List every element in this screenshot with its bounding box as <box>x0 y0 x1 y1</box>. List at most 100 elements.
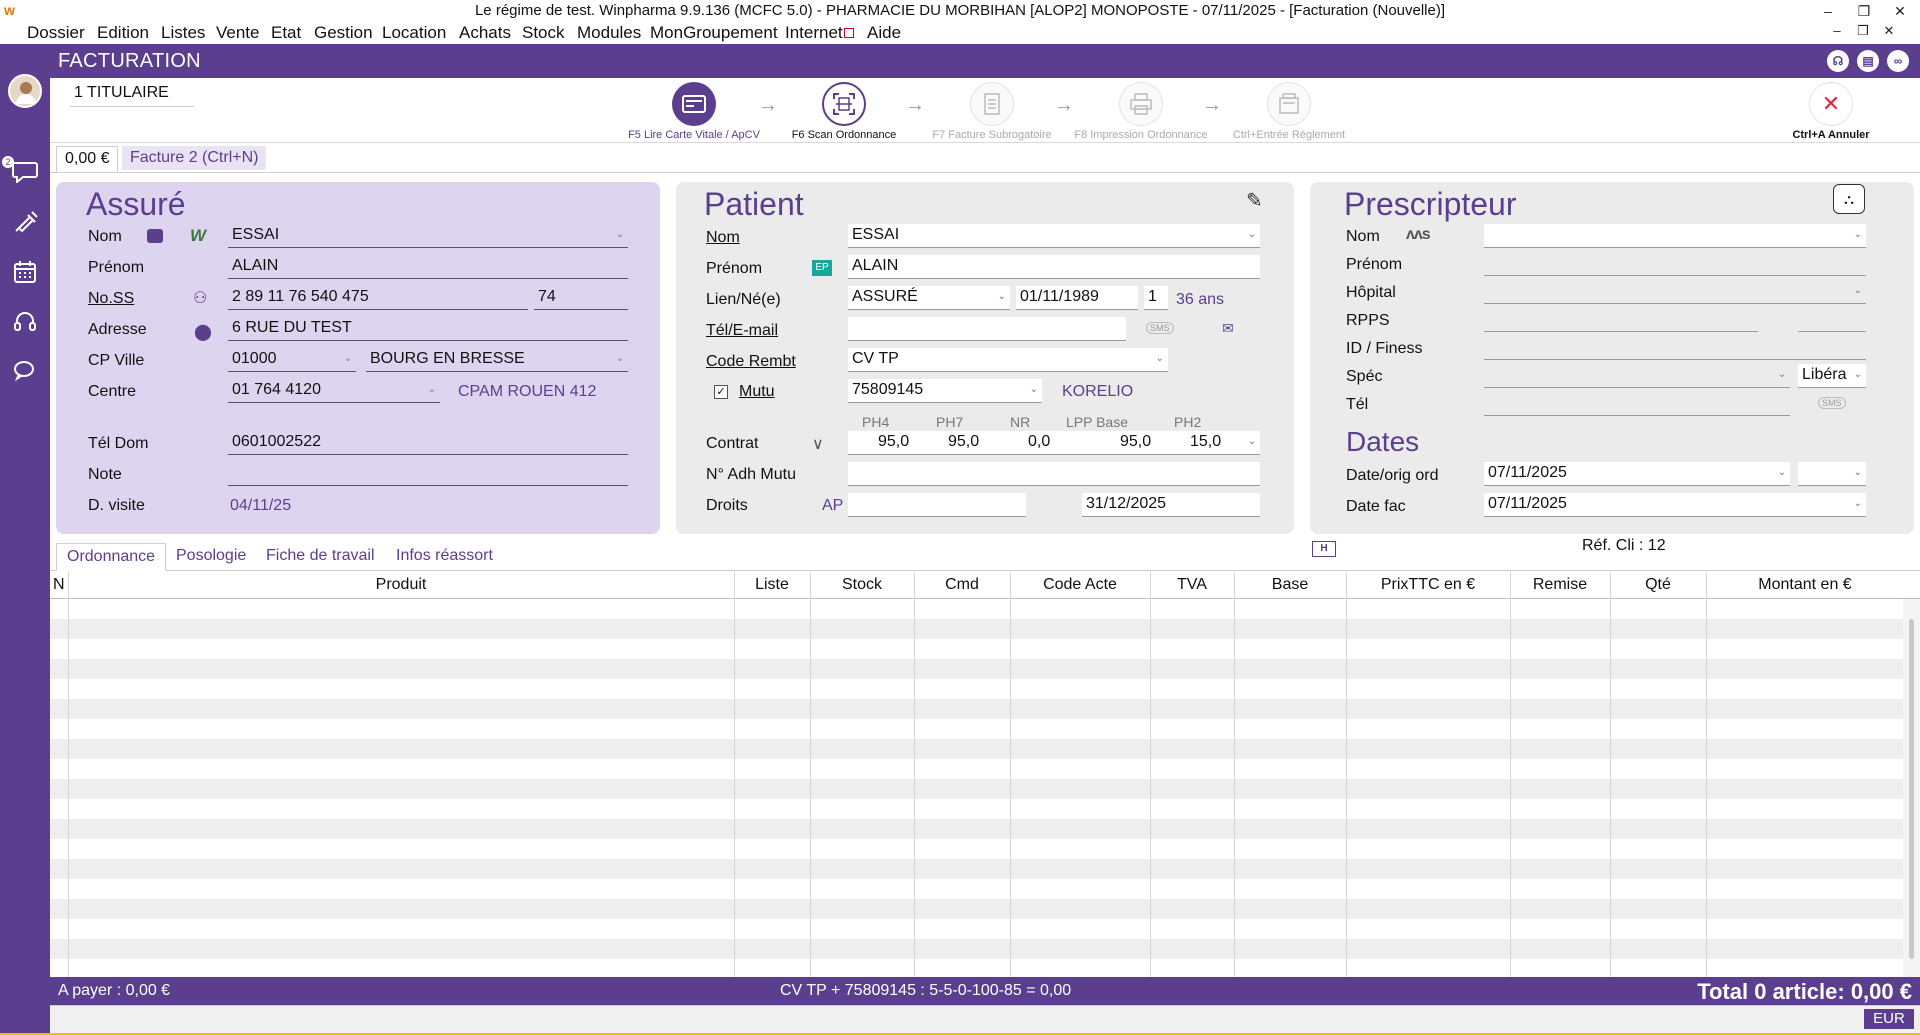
patient-lien-field[interactable]: ASSURÉ ⌄ <box>848 286 1010 310</box>
table-row[interactable] <box>50 819 1903 839</box>
menu-mongroupement[interactable]: MonGroupement <box>650 23 778 43</box>
chat-icon[interactable] <box>9 159 41 191</box>
tab-posologie[interactable]: Posologie <box>166 543 256 569</box>
people-icon[interactable]: ⚇ <box>193 288 207 308</box>
mdi-close-button[interactable]: ✕ <box>1878 23 1900 39</box>
patient-mutu-field[interactable]: 75809145 ⌄ <box>848 379 1042 403</box>
assure-ville-field[interactable]: BOURG EN BRESSE ⌄ <box>366 348 628 372</box>
menu-dossier[interactable]: Dossier <box>27 23 85 43</box>
presc-idfiness-field[interactable] <box>1484 336 1866 360</box>
assure-prenom-field[interactable]: ALAIN <box>228 255 628 279</box>
menu-gestion[interactable]: Gestion <box>314 23 373 43</box>
edit-pencil-icon[interactable]: ✎ <box>1246 188 1263 213</box>
table-row[interactable] <box>50 599 1903 619</box>
patient-coderembt-field[interactable]: CV TP ⌄ <box>848 348 1168 372</box>
table-row[interactable] <box>50 899 1903 919</box>
col-remise[interactable]: Remise <box>1510 576 1610 594</box>
table-row[interactable] <box>50 699 1903 719</box>
col-tva[interactable]: TVA <box>1150 576 1234 594</box>
assure-adresse-field[interactable]: 6 RUE DU TEST <box>228 317 628 341</box>
avatar[interactable] <box>8 74 42 108</box>
cancel-button[interactable]: ✕ Ctrl+A Annuler <box>1756 82 1906 141</box>
table-row[interactable] <box>50 959 1903 977</box>
reglement-button[interactable]: Ctrl+Entrée Règlement <box>1214 82 1364 141</box>
table-row[interactable] <box>50 719 1903 739</box>
patient-contrat-field[interactable]: 95,0 95,0 0,0 95,0 15,0 ⌄ <box>848 431 1260 455</box>
col-stock[interactable]: Stock <box>810 576 914 594</box>
read-vitale-card-button[interactable]: F5 Lire Carte Vitale / ApCV <box>619 82 769 141</box>
col-n[interactable]: N <box>53 576 65 594</box>
table-row[interactable] <box>50 619 1903 639</box>
table-row[interactable] <box>50 939 1903 959</box>
patient-prenom-field[interactable]: ALAIN <box>848 255 1260 279</box>
product-grid[interactable] <box>50 599 1903 977</box>
presc-prenom-field[interactable] <box>1484 252 1866 276</box>
w-logo-icon[interactable]: W <box>190 226 206 246</box>
facture-subrogatoire-button[interactable]: F7 Facture Subrogatoire <box>917 82 1067 141</box>
scan-ordonnance-button[interactable]: F6 Scan Ordonnance <box>769 82 919 141</box>
table-row[interactable] <box>50 759 1903 779</box>
sms-icon[interactable]: SMS <box>1146 322 1174 334</box>
restore-button[interactable]: ❐ <box>1846 1 1882 21</box>
table-row[interactable] <box>50 639 1903 659</box>
presc-sms-icon[interactable]: SMS <box>1818 397 1846 409</box>
ep-badge[interactable]: EP <box>812 260 832 276</box>
col-code-acte[interactable]: Code Acte <box>1010 576 1150 594</box>
patient-droits-end-field[interactable]: 31/12/2025 <box>1082 493 1260 517</box>
location-pin-icon[interactable]: ⬤ <box>194 322 212 342</box>
col-prix-ttc[interactable]: PrixTTC en € <box>1346 576 1510 594</box>
dateorig-field[interactable]: 07/11/2025 ⌄ <box>1484 462 1790 486</box>
minimize-button[interactable]: – <box>1810 1 1846 21</box>
col-liste[interactable]: Liste <box>734 576 810 594</box>
presc-tel-field[interactable] <box>1484 392 1790 416</box>
tab-ordonnance[interactable]: Ordonnance <box>56 543 167 571</box>
menu-modules[interactable]: Modules <box>577 23 641 43</box>
menu-etat[interactable]: Etat <box>271 23 301 43</box>
presc-rpps-key-field[interactable] <box>1798 308 1866 332</box>
col-base[interactable]: Base <box>1234 576 1346 594</box>
patient-adh-field[interactable] <box>848 462 1260 486</box>
tab-fiche-travail[interactable]: Fiche de travail <box>256 543 385 569</box>
patient-rang-field[interactable]: 1 <box>1144 286 1168 310</box>
presc-spec-type-field[interactable]: Libéra ⌄ <box>1798 364 1866 388</box>
link-icon[interactable]: ∞ <box>1887 50 1909 72</box>
tab-infos-reassort[interactable]: Infos réassort <box>386 543 503 569</box>
support-icon[interactable]: ☊ <box>1827 50 1849 72</box>
menu-stock[interactable]: Stock <box>522 23 565 43</box>
table-row[interactable] <box>50 859 1903 879</box>
calendar-icon[interactable] <box>9 259 41 291</box>
assure-noss-field[interactable]: 2 89 11 76 540 475 <box>228 286 528 310</box>
presc-hopital-field[interactable]: ⌄ <box>1484 280 1866 304</box>
presc-rpps-field[interactable] <box>1484 308 1758 332</box>
col-cmd[interactable]: Cmd <box>914 576 1010 594</box>
picture-icon[interactable] <box>147 229 163 243</box>
mdi-minimize-button[interactable]: – <box>1826 23 1848 38</box>
grid-scrollbar[interactable] <box>1903 599 1920 977</box>
dateorig-extra-field[interactable]: ⌄ <box>1798 462 1866 486</box>
table-row[interactable] <box>50 779 1903 799</box>
patient-droits-start-field[interactable] <box>848 493 1026 517</box>
menu-vente[interactable]: Vente <box>216 23 260 43</box>
datefac-field[interactable]: 07/11/2025 ⌄ <box>1484 493 1866 517</box>
table-row[interactable] <box>50 879 1903 899</box>
table-row[interactable] <box>50 839 1903 859</box>
menu-internet[interactable]: Internet <box>785 23 843 43</box>
assure-teldom-field[interactable]: 0601002522 <box>228 431 628 455</box>
assure-nom-field[interactable]: ESSAI ⌄ <box>228 224 628 248</box>
presc-nom-field[interactable]: ⌄ <box>1484 224 1866 248</box>
tab-current-invoice[interactable]: 0,00 € <box>56 146 119 172</box>
menu-edition[interactable]: Edition <box>97 23 149 43</box>
patient-nom-field[interactable]: ESSAI ⌄ <box>848 224 1260 248</box>
table-row[interactable] <box>50 919 1903 939</box>
tab-new-invoice[interactable]: Facture 2 (Ctrl+N) <box>122 146 267 170</box>
menu-aide[interactable]: Aide <box>867 23 901 43</box>
mdi-restore-button[interactable]: ❐ <box>1852 23 1874 39</box>
assure-centre-field[interactable]: 01 764 4120 ⌄ <box>228 379 440 403</box>
col-montant[interactable]: Montant en € <box>1706 576 1904 594</box>
print-ordonnance-button[interactable]: F8 Impression Ordonnance <box>1066 82 1216 141</box>
assure-note-field[interactable] <box>228 462 628 486</box>
table-row[interactable] <box>50 659 1903 679</box>
presc-spec-field[interactable]: ⌄ <box>1484 364 1790 388</box>
mutu-checkbox[interactable]: ✓ <box>714 385 728 399</box>
col-produit[interactable]: Produit <box>68 576 734 594</box>
